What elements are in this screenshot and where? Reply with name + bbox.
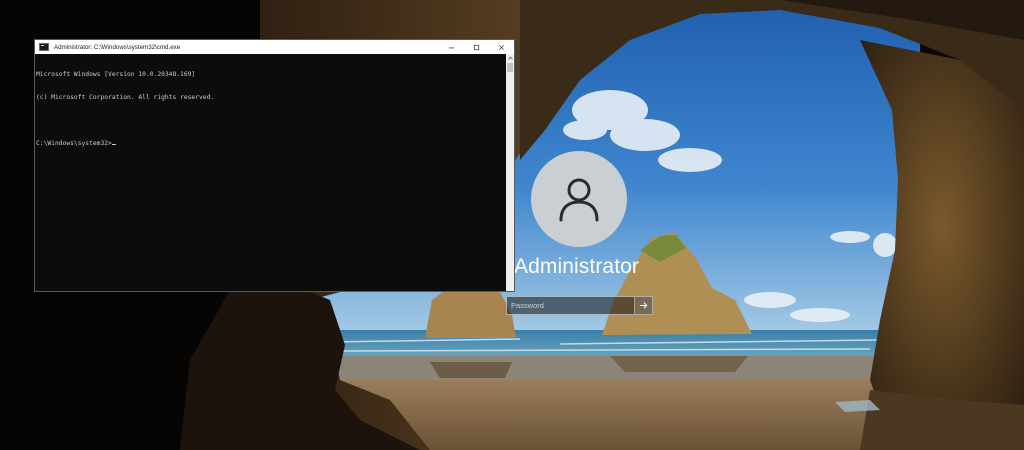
minimize-button[interactable] — [439, 40, 464, 54]
console-scrollbar[interactable] — [506, 54, 514, 291]
cmd-icon — [39, 43, 49, 51]
scrollbar-thumb[interactable] — [507, 63, 513, 72]
password-input[interactable] — [507, 297, 634, 314]
lock-screen: Administrator Administrator: C:\Windows\… — [0, 0, 1024, 450]
minimize-icon — [448, 47, 455, 48]
console-output[interactable]: Microsoft Windows [Version 10.0.20348.16… — [35, 54, 506, 291]
arrow-right-icon — [639, 302, 648, 309]
chevron-up-icon — [507, 56, 513, 60]
password-box — [506, 296, 653, 315]
user-icon — [559, 178, 599, 222]
sign-in-submit-button[interactable] — [634, 297, 652, 314]
cmd-window[interactable]: Administrator: C:\Windows\system32\cmd.e… — [35, 40, 514, 291]
cmd-titlebar[interactable]: Administrator: C:\Windows\system32\cmd.e… — [35, 40, 514, 54]
close-button[interactable] — [489, 40, 514, 54]
text-cursor — [112, 143, 117, 145]
login-username: Administrator — [514, 255, 640, 278]
maximize-button[interactable] — [464, 40, 489, 54]
console-prompt-line: C:\Windows\system32> — [36, 140, 506, 148]
console-prompt: C:\Windows\system32> — [36, 139, 112, 147]
cmd-window-title: Administrator: C:\Windows\system32\cmd.e… — [54, 43, 181, 51]
console-line: Microsoft Windows [Version 10.0.20348.16… — [36, 71, 196, 79]
close-icon — [499, 44, 504, 50]
scroll-up-button[interactable] — [506, 54, 514, 62]
maximize-icon — [473, 44, 480, 50]
user-avatar — [531, 151, 627, 247]
console-line: (c) Microsoft Corporation. All rights re… — [36, 93, 215, 101]
